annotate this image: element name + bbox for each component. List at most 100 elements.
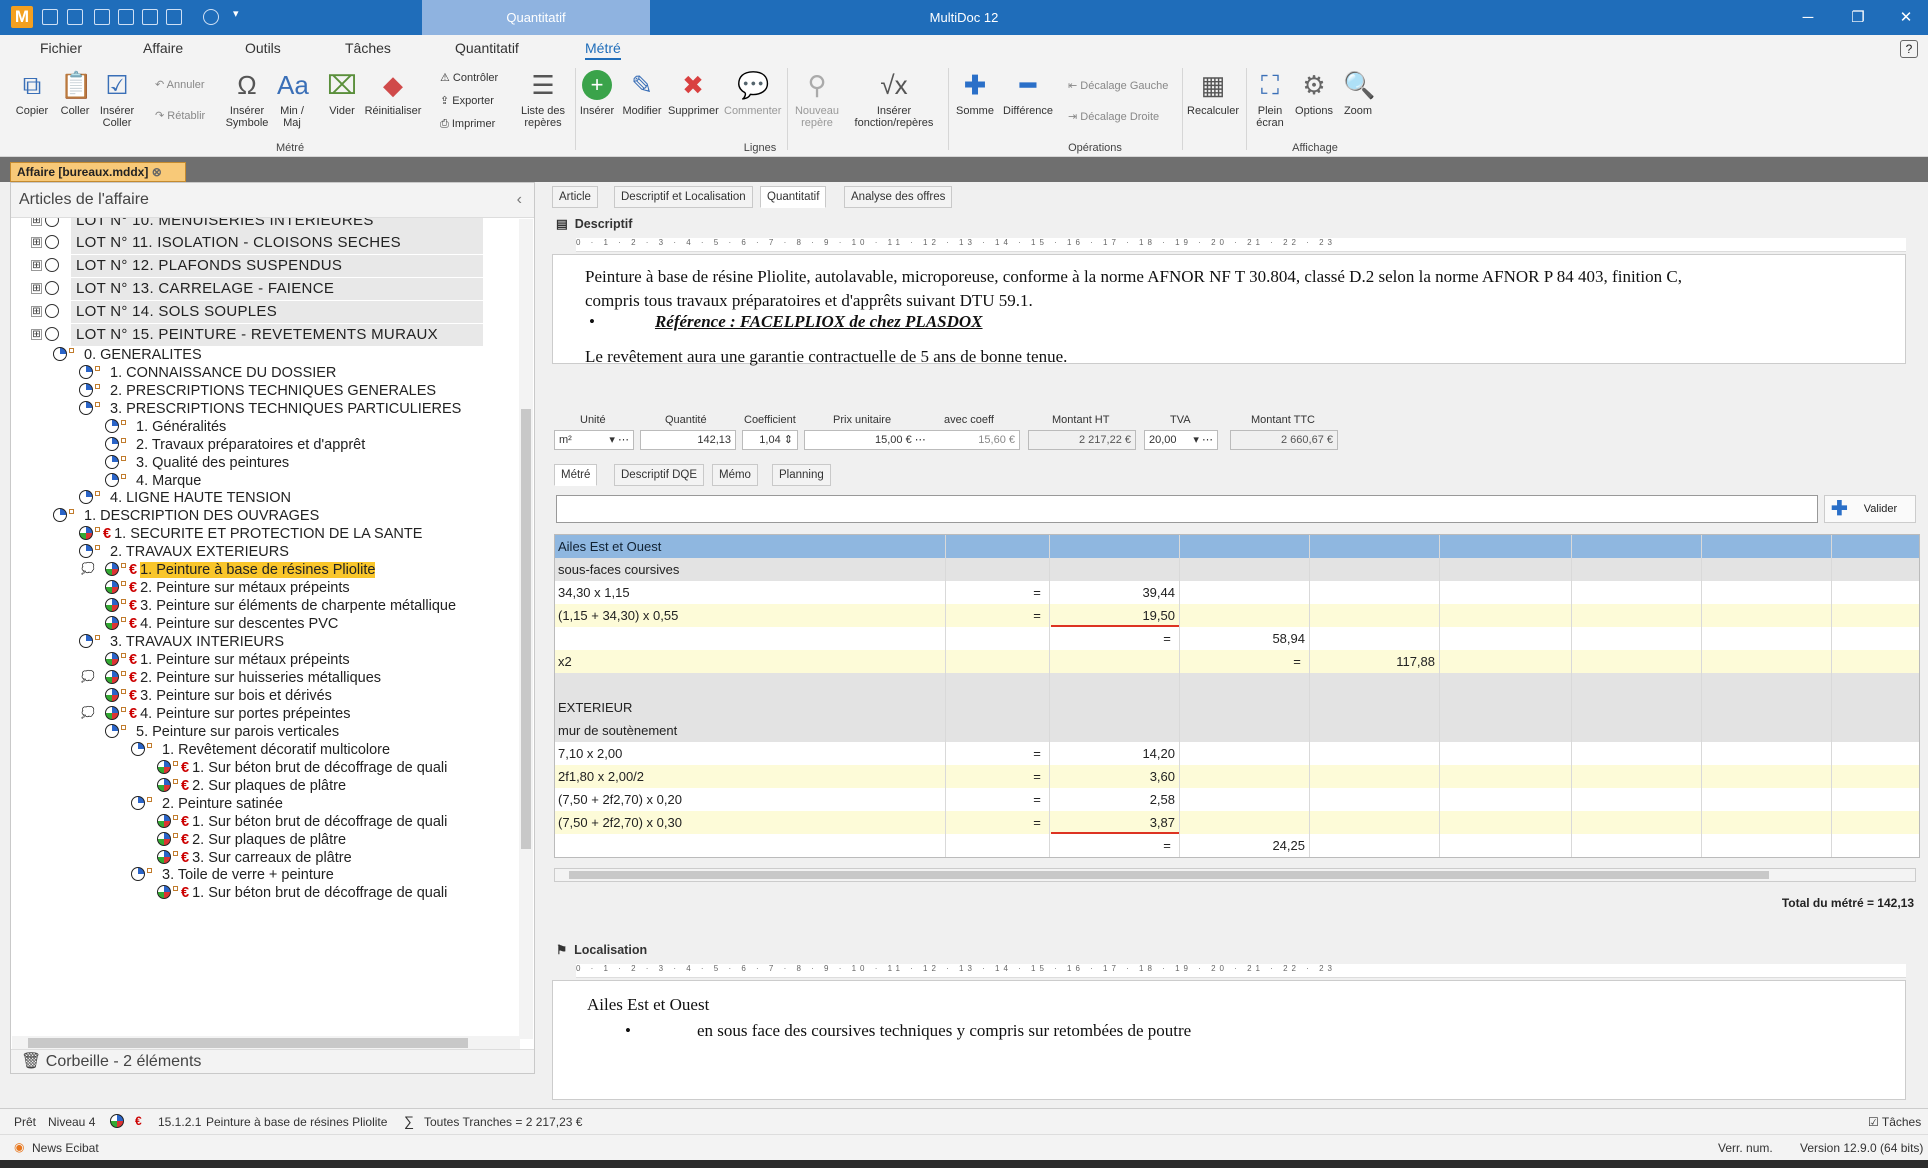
copy-button[interactable]: ⧉ Copier [12, 70, 52, 117]
insert-line-button[interactable]: + Insérer [577, 70, 617, 117]
tab-outils[interactable]: Outils [245, 40, 281, 56]
comment-icon: 💭 [81, 671, 95, 683]
quick-access-icon[interactable] [118, 9, 134, 25]
marker-icon [69, 509, 74, 514]
unit-price-input[interactable]: 15,00 € ⋯ 15,60 € [804, 430, 1020, 450]
grid-scroll[interactable] [554, 868, 1916, 882]
zoom-button[interactable]: 🔍 Zoom [1336, 70, 1380, 117]
insert-paste-button[interactable]: ☑ Insérer Coller [94, 70, 140, 129]
quick-access-icon[interactable] [142, 9, 158, 25]
gear-icon: ⚙ [1302, 70, 1326, 100]
news-label[interactable]: News Ecibat [32, 1141, 99, 1155]
insert-symbol-button[interactable]: Ω Insérer Symbole [224, 70, 270, 129]
expand-toggle[interactable]: ⊞ [31, 260, 42, 271]
marker-list-button[interactable]: ☰ Liste des repères [518, 70, 568, 129]
delete-line-button[interactable]: ✖ Supprimer [668, 70, 719, 117]
vat-select[interactable]: 20,00 ▾ ⋯ [1144, 430, 1218, 450]
grid-row[interactable]: (1,15 + 34,30) x 0,55 = 19,50 [555, 604, 1919, 627]
expand-toggle[interactable]: ⊞ [31, 329, 42, 340]
grid-header-row[interactable]: Ailes Est et Ouest [555, 535, 1919, 558]
grid-row[interactable]: mur de soutènement [555, 719, 1919, 742]
tree-item[interactable]: €1. Sur béton brut de décoffrage de qual… [157, 882, 447, 904]
subtab-metre[interactable]: Métré [554, 464, 598, 486]
close-icon[interactable]: ⊗ [152, 165, 162, 179]
grid-row[interactable]: 34,30 x 1,15 = 39,44 [555, 581, 1919, 604]
tab-article[interactable]: Article [552, 186, 598, 208]
expand-toggle[interactable]: ⊞ [31, 283, 42, 294]
chevron-down-icon[interactable]: ▾ [233, 7, 239, 20]
coefficient-input[interactable]: 1,04 ⇕ [742, 430, 798, 450]
tab-quantitatif[interactable]: Quantitatif [455, 40, 519, 56]
gear-icon[interactable] [203, 9, 219, 25]
recycle-bin[interactable]: 🗑 Corbeille - 2 éléments [11, 1049, 534, 1073]
maximize-button[interactable]: ❐ [1836, 0, 1880, 35]
grid-row[interactable] [555, 673, 1919, 696]
quick-access-icon[interactable] [94, 9, 110, 25]
indent-left-button[interactable]: ⇤ Décalage Gauche [1068, 79, 1168, 92]
tab-descriptif-localisation[interactable]: Descriptif et Localisation [614, 186, 753, 208]
undo-button[interactable]: ↶ Annuler [155, 78, 205, 91]
indent-right-button[interactable]: ⇥ Décalage Droite [1068, 110, 1159, 123]
grid-row[interactable]: 7,10 x 2,00 = 14,20 [555, 742, 1919, 765]
control-button[interactable]: ⚠ Contrôler [440, 71, 498, 84]
document-tab[interactable]: Affaire [bureaux.mddx] ⊗ [10, 162, 186, 182]
close-button[interactable]: ✕ [1884, 0, 1928, 35]
descriptif-editor[interactable]: Peinture à base de résine Pliolite, auto… [552, 254, 1906, 366]
subtab-planning[interactable]: Planning [772, 464, 831, 486]
tab-metre[interactable]: Métré [585, 40, 621, 60]
export-button[interactable]: ⇪ Exporter [440, 94, 494, 107]
reset-button[interactable]: ◆ Réinitialiser [362, 70, 424, 117]
expand-toggle[interactable]: ⊞ [31, 237, 42, 248]
grid-row[interactable]: sous-faces coursives [555, 558, 1919, 581]
expand-toggle[interactable]: ⊞ [31, 306, 42, 317]
recalculate-button[interactable]: ▦ Recalculer [1185, 70, 1241, 117]
grid-row[interactable]: (7,50 + 2f2,70) x 0,30 = 3,87 [555, 811, 1919, 834]
help-icon[interactable]: ? [1900, 40, 1918, 58]
insert-function-button[interactable]: √x Insérer fonction/repères [846, 70, 942, 129]
grid-row[interactable]: = 58,94 [555, 627, 1919, 650]
difference-button[interactable]: ━ Différence [1000, 70, 1056, 117]
fullscreen-button[interactable]: ⛶ Plein écran [1250, 70, 1290, 129]
case-button[interactable]: Aa Min / Maj [274, 70, 310, 129]
validate-button[interactable]: ✚ Valider [1824, 495, 1916, 523]
edit-line-button[interactable]: ✎ Modifier [620, 70, 664, 117]
tree-horizontal-scrollbar[interactable] [12, 1036, 520, 1050]
status-tranches[interactable]: Toutes Tranches = 2 217,23 € [424, 1115, 582, 1129]
grid-row[interactable]: (7,50 + 2f2,70) x 0,20 = 2,58 [555, 788, 1919, 811]
tab-analyse-offres[interactable]: Analyse des offres [844, 186, 953, 208]
metre-grid[interactable]: Ailes Est et Ouest sous-faces coursives 34… [554, 534, 1920, 858]
options-button[interactable]: ⚙ Options [1292, 70, 1336, 117]
redo-button[interactable]: ↷ Rétablir [155, 109, 205, 122]
tree-vertical-scrollbar[interactable] [519, 219, 533, 1039]
tab-affaire[interactable]: Affaire [143, 40, 183, 56]
localisation-editor[interactable]: Ailes Est et Ouest • en sous face des cou… [552, 980, 1906, 1100]
clear-button[interactable]: ⌧ Vider [322, 70, 362, 117]
grid-row[interactable]: 2f1,80 x 2,00/2 = 3,60 [555, 765, 1919, 788]
subtab-descriptif-dqe[interactable]: Descriptif DQE [614, 464, 705, 486]
scroll-thumb[interactable] [521, 409, 531, 849]
tab-fichier[interactable]: Fichier [40, 40, 82, 56]
unit-select[interactable]: m² ▾ ⋯ [554, 430, 634, 450]
sum-button[interactable]: ✚ Somme [953, 70, 997, 117]
quantity-input[interactable]: 142,13 [640, 430, 736, 450]
minimize-button[interactable]: ─ [1786, 0, 1830, 35]
grid-row[interactable]: EXTERIEUR [555, 696, 1919, 719]
grid-row[interactable]: = 24,25 [555, 834, 1919, 857]
status-tasks[interactable]: ☑ Tâches [1868, 1115, 1921, 1129]
tab-quantitatif[interactable]: Quantitatif [760, 186, 827, 208]
grid-row[interactable]: x2 = 117,88 [555, 650, 1919, 673]
new-marker-button[interactable]: ⚲ Nouveau repère [792, 70, 842, 129]
print-button[interactable]: ⎙ Imprimer [440, 118, 495, 131]
expand-toggle[interactable]: ⊞ [31, 218, 42, 226]
quick-access-icon[interactable] [166, 9, 182, 25]
scroll-thumb[interactable] [569, 871, 1769, 879]
scroll-thumb[interactable] [28, 1038, 468, 1048]
comment-button[interactable]: 💬 Commenter [724, 70, 781, 117]
chevron-left-icon[interactable]: ‹ [517, 183, 522, 217]
formula-input[interactable] [556, 495, 1818, 523]
paste-button[interactable]: 📋 Coller [55, 70, 95, 117]
quick-access-icon[interactable] [67, 9, 83, 25]
subtab-memo[interactable]: Mémo [712, 464, 758, 486]
quick-access-icon[interactable] [42, 9, 58, 25]
tab-taches[interactable]: Tâches [345, 40, 391, 56]
